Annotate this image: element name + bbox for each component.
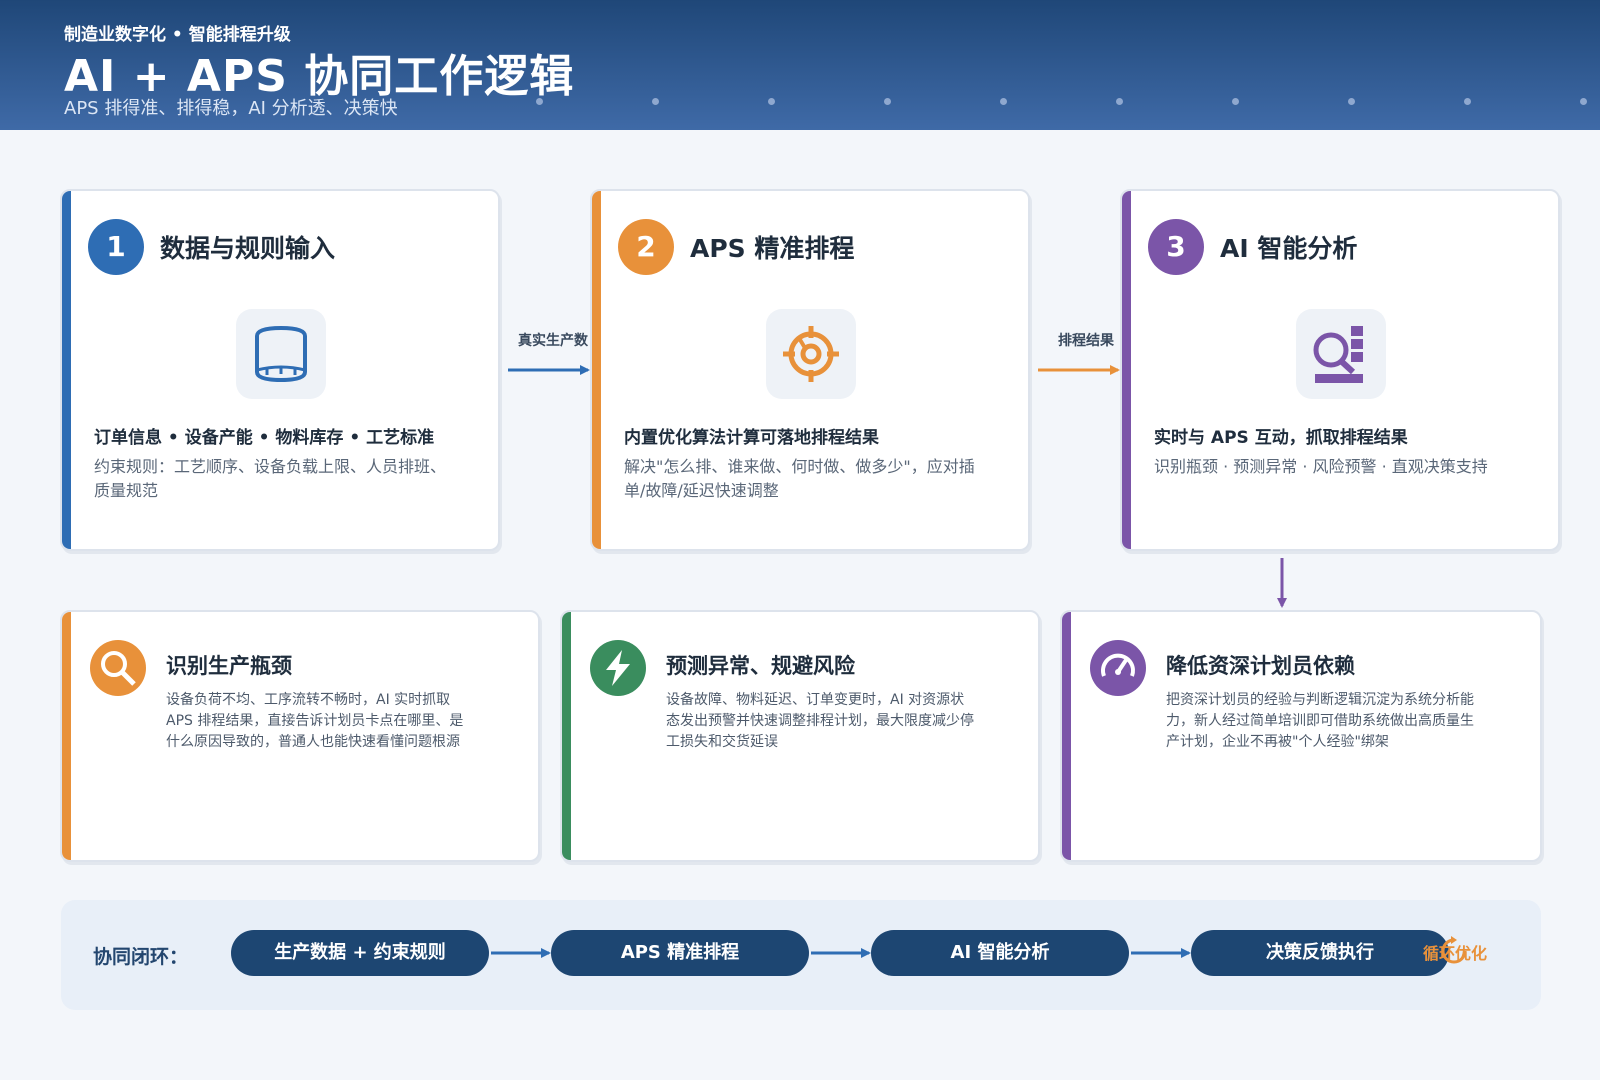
analytics-magnifier-icon	[1313, 326, 1363, 383]
benefit-title: 降低资深计划员依赖	[1166, 654, 1355, 678]
loop-end-label: 循环优化	[1423, 944, 1488, 963]
benefit-description-line: 产计划，企业不再被"个人经验"绑架	[1166, 734, 1389, 750]
benefit-description-line: 设备故障、物料延迟、订单变更时，AI 对资源状	[666, 692, 965, 708]
step-number: 1	[88, 219, 144, 275]
dot	[1116, 98, 1123, 105]
flow-label-production-data: 真实生产数	[518, 333, 588, 349]
benefit-card-bottleneck: 识别生产瓶颈 设备负荷不均、工序流转不畅时，AI 实时抓取 APS 排程结果，直…	[60, 610, 540, 862]
accent-bar	[62, 191, 71, 549]
step-description: 解决"怎么排、谁来做、何时做、做多少"，应对插单/故障/延迟快速调整	[624, 457, 975, 500]
benefit-description: 设备负荷不均、工序流转不畅时，AI 实时抓取 APS 排程结果，直接告诉计划员卡…	[166, 690, 463, 753]
icon-tile	[236, 309, 326, 399]
dot	[1348, 98, 1355, 105]
benefit-icon	[1090, 640, 1146, 696]
benefit-title: 识别生产瓶颈	[166, 654, 292, 678]
dot	[1232, 98, 1239, 105]
benefit-description-line: 设备负荷不均、工序流转不畅时，AI 实时抓取	[166, 692, 451, 708]
flow-label-schedule-result: 排程结果	[1058, 333, 1114, 349]
step-card-aps-scheduling: 2 APS 精准排程 内置优化算法计算可落地排程结果 解决"怎么排、谁来做、何时…	[590, 189, 1030, 551]
page-subtitle: APS 排得准、排得稳，AI 分析透、决策快	[64, 98, 398, 119]
benefit-description-line: 工损失和交货延误	[666, 734, 778, 750]
benefit-description-line: APS 排程结果，直接告诉计划员卡点在哪里、是	[166, 713, 464, 729]
decorative-dots	[536, 98, 1600, 106]
step-title: 数据与规则输入	[160, 234, 336, 263]
step-card-data-input: 1 数据与规则输入 订单信息 • 设备产能 • 物料库存 • 工艺标准 约束规则…	[60, 189, 500, 551]
loop-stage-ai: AI 智能分析	[871, 930, 1129, 976]
lightning-icon	[606, 650, 630, 686]
benefit-card-planner: 降低资深计划员依赖 把资深计划员的经验与判断逻辑沉淀为系统分析能 力，新人经过简…	[1060, 610, 1542, 862]
step-title: AI 智能分析	[1220, 234, 1358, 263]
accent-bar	[62, 612, 71, 860]
icon-tile	[766, 309, 856, 399]
step-title: APS 精准排程	[690, 234, 855, 263]
loop-stage-data-rules: 生产数据 + 约束规则	[231, 930, 489, 976]
benefit-description: 设备故障、物料延迟、订单变更时，AI 对资源状 态发出预警并快速调整排程计划，最…	[666, 690, 974, 753]
step-description: 识别瓶颈 · 预测异常 · 风险预警 · 直观决策支持	[1154, 457, 1488, 476]
accent-bar	[1122, 191, 1131, 549]
step-description: 约束规则：工艺顺序、设备负载上限、人员排班、质量规范	[94, 457, 447, 500]
target-gear-icon	[783, 326, 839, 382]
step-card-ai-analysis: 3 AI 智能分析 实时与 APS 互动，抓取排程结果 识别瓶颈 · 预测异常 …	[1120, 189, 1560, 551]
search-icon	[101, 651, 136, 686]
benefit-description-line: 态发出预警并快速调整排程计划，最大限度减少停	[666, 713, 974, 729]
benefit-description: 把资深计划员的经验与判断逻辑沉淀为系统分析能 力，新人经过简单培训即可借助系统做…	[1166, 690, 1474, 753]
accent-bar	[1062, 612, 1071, 860]
database-icon	[255, 325, 307, 383]
dot	[1000, 98, 1007, 105]
benefit-title: 预测异常、规避风险	[666, 654, 855, 678]
loop-stage-feedback: 决策反馈执行	[1191, 930, 1449, 976]
dot	[768, 98, 775, 105]
dot	[1580, 98, 1587, 105]
step-subtitle: 订单信息 • 设备产能 • 物料库存 • 工艺标准	[94, 428, 435, 448]
step-subtitle: 实时与 APS 互动，抓取排程结果	[1154, 428, 1408, 448]
loop-label: 协同闭环：	[93, 946, 189, 968]
dot	[1464, 98, 1471, 105]
dot	[652, 98, 659, 105]
step-number: 3	[1148, 219, 1204, 275]
accent-bar	[592, 191, 601, 549]
benefit-icon	[590, 640, 646, 696]
benefit-description-line: 把资深计划员的经验与判断逻辑沉淀为系统分析能	[1166, 692, 1474, 708]
header-banner: 制造业数字化 • 智能排程升级 AI + APS 协同工作逻辑 APS 排得准、…	[0, 0, 1600, 130]
accent-bar	[562, 612, 571, 860]
benefit-description-line: 力，新人经过简单培训即可借助系统做出高质量生	[1166, 713, 1474, 729]
benefit-card-risk: 预测异常、规避风险 设备故障、物料延迟、订单变更时，AI 对资源状 态发出预警并…	[560, 610, 1040, 862]
benefit-description-line: 什么原因导致的，普通人也能快速看懂问题根源	[166, 734, 460, 750]
step-subtitle: 内置优化算法计算可落地排程结果	[624, 428, 879, 448]
icon-tile	[1296, 309, 1386, 399]
dot	[884, 98, 891, 105]
step-number: 2	[618, 219, 674, 275]
benefit-icon	[90, 640, 146, 696]
gauge-icon	[1101, 653, 1135, 677]
loop-stage-aps: APS 精准排程	[551, 930, 809, 976]
collaboration-loop: 协同闭环： 生产数据 + 约束规则 APS 精准排程 AI 智能分析 决策反馈执…	[61, 900, 1541, 1010]
